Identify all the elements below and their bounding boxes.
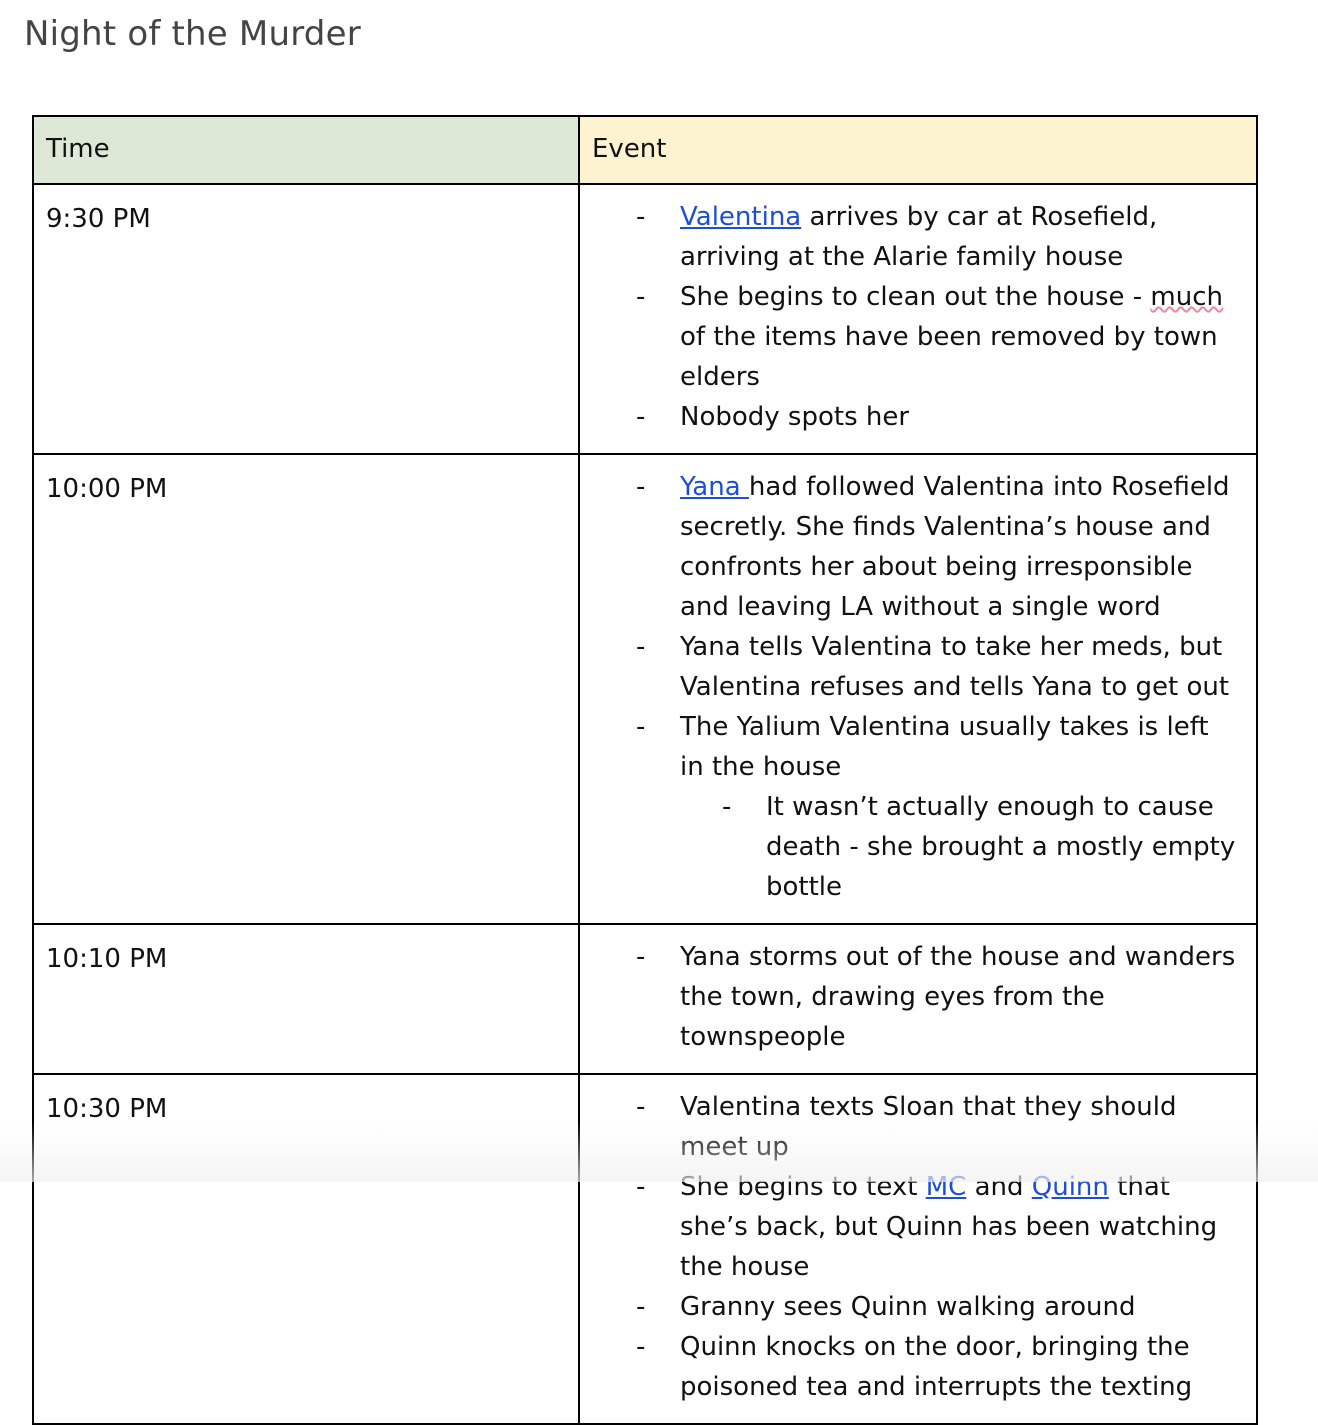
event-list: - Valentina texts Sloan that they should… xyxy=(592,1087,1238,1407)
table-row: 10:10 PM - Yana storms out of the house … xyxy=(32,923,1258,1075)
event-cell: - Valentina arrives by car at Rosefield,… xyxy=(578,183,1258,455)
event-cell: - Valentina texts Sloan that they should… xyxy=(578,1073,1258,1425)
time-column-header: Time xyxy=(32,115,580,185)
bullet-dash: - xyxy=(636,1332,646,1362)
event-text: Yana tells Valentina to take her meds, b… xyxy=(680,632,1230,702)
list-item: - Yana had followed Valentina into Rosef… xyxy=(592,467,1238,627)
bullet-dash: - xyxy=(636,282,646,312)
list-item: - Valentina texts Sloan that they should… xyxy=(592,1087,1238,1167)
character-link-yana[interactable]: Yana xyxy=(680,472,749,502)
event-cell: - Yana storms out of the house and wande… xyxy=(578,923,1258,1075)
table-row: 10:00 PM - Yana had followed Valentina i… xyxy=(32,453,1258,925)
list-item: - Valentina arrives by car at Rosefield,… xyxy=(592,197,1238,277)
event-list: - Valentina arrives by car at Rosefield,… xyxy=(592,197,1238,437)
bullet-dash: - xyxy=(636,402,646,432)
list-item: - She begins to text MC and Quinn that s… xyxy=(592,1167,1238,1287)
event-list: - Yana storms out of the house and wande… xyxy=(592,937,1238,1057)
time-cell: 10:10 PM xyxy=(32,923,580,1075)
bullet-dash: - xyxy=(636,1092,646,1122)
spellcheck-flagged-word[interactable]: much xyxy=(1150,282,1223,312)
sub-list-item: - It wasn’t actually enough to cause dea… xyxy=(680,787,1238,907)
bullet-dash: - xyxy=(636,942,646,972)
event-text: It wasn’t actually enough to cause death… xyxy=(766,792,1236,902)
bullet-dash: - xyxy=(722,792,732,822)
event-text: She begins to clean out the house - xyxy=(680,282,1151,312)
event-list: - Yana had followed Valentina into Rosef… xyxy=(592,467,1238,907)
event-text: of the items have been removed by town e… xyxy=(680,322,1218,392)
time-cell: 10:00 PM xyxy=(32,453,580,925)
bullet-dash: - xyxy=(636,632,646,662)
header-row: Time Event xyxy=(32,115,1258,185)
list-item: - She begins to clean out the house - mu… xyxy=(592,277,1238,397)
timeline-table: Time Event 9:30 PM - Valentina arrives b… xyxy=(32,115,1258,1425)
bullet-dash: - xyxy=(636,1172,646,1202)
character-link-mc[interactable]: MC xyxy=(926,1172,967,1202)
time-cell: 10:30 PM xyxy=(32,1073,580,1425)
bullet-dash: - xyxy=(636,472,646,502)
bullet-dash: - xyxy=(636,712,646,742)
event-text: She begins to text xyxy=(680,1172,926,1202)
table-row: 10:30 PM - Valentina texts Sloan that th… xyxy=(32,1073,1258,1425)
character-link-quinn[interactable]: Quinn xyxy=(1032,1172,1109,1202)
event-text: Granny sees Quinn walking around xyxy=(680,1292,1136,1322)
list-item: - Quinn knocks on the door, bringing the… xyxy=(592,1327,1238,1407)
event-text: Quinn knocks on the door, bringing the p… xyxy=(680,1332,1193,1402)
event-text: Yana storms out of the house and wanders… xyxy=(680,942,1236,1052)
event-text: had followed Valentina into Rosefield se… xyxy=(680,472,1230,622)
event-text: The Yalium Valentina usually takes is le… xyxy=(680,712,1209,782)
character-link-valentina[interactable]: Valentina xyxy=(680,202,801,232)
sub-event-list: - It wasn’t actually enough to cause dea… xyxy=(680,787,1238,907)
list-item: - Yana storms out of the house and wande… xyxy=(592,937,1238,1057)
time-cell: 9:30 PM xyxy=(32,183,580,455)
list-item: - Granny sees Quinn walking around xyxy=(592,1287,1238,1327)
event-text: Valentina texts Sloan that they should m… xyxy=(680,1092,1177,1162)
document-title: Night of the Murder xyxy=(24,14,361,54)
table-row: 9:30 PM - Valentina arrives by car at Ro… xyxy=(32,183,1258,455)
list-item: - Yana tells Valentina to take her meds,… xyxy=(592,627,1238,707)
event-column-header: Event xyxy=(578,115,1258,185)
list-item: - Nobody spots her xyxy=(592,397,1238,437)
event-cell: - Yana had followed Valentina into Rosef… xyxy=(578,453,1258,925)
bullet-dash: - xyxy=(636,1292,646,1322)
event-text: and xyxy=(966,1172,1032,1202)
list-item: - The Yalium Valentina usually takes is … xyxy=(592,707,1238,907)
bullet-dash: - xyxy=(636,202,646,232)
event-text: Nobody spots her xyxy=(680,402,910,432)
